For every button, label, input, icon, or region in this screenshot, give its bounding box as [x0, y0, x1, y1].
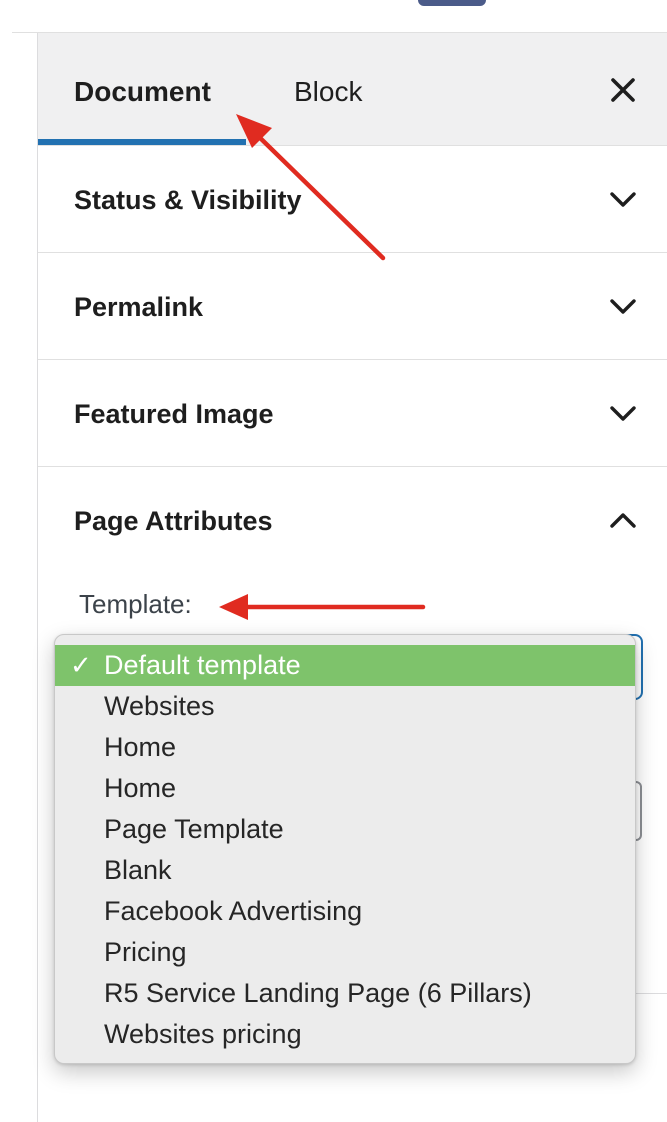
option-label: R5 Service Landing Page (6 Pillars) — [104, 978, 532, 1008]
option-label: Page Template — [104, 814, 284, 844]
panel-title: Page Attributes — [74, 506, 273, 536]
option-label: Home — [104, 773, 177, 803]
option-label: Websites — [104, 691, 215, 721]
template-option[interactable]: Websites pricing — [55, 1014, 635, 1055]
chevron-down-icon — [610, 406, 636, 421]
template-option[interactable]: R5 Service Landing Page (6 Pillars) — [55, 973, 635, 1014]
chevron-down-icon — [610, 192, 636, 207]
option-label: Home — [104, 732, 177, 762]
template-option[interactable]: Websites — [55, 686, 635, 727]
template-option[interactable]: Page Template — [55, 809, 635, 850]
panel-title: Permalink — [74, 292, 204, 322]
option-label: Websites pricing — [104, 1019, 302, 1049]
checkmark-icon: ✓ — [70, 650, 92, 680]
template-option[interactable]: Home — [55, 727, 635, 768]
option-label: Blank — [104, 855, 172, 885]
active-tab-indicator — [38, 139, 246, 145]
template-dropdown-list: ✓ Default template Websites Home Home Pa… — [54, 634, 636, 1064]
tab-document[interactable]: Document — [74, 33, 211, 145]
panel-permalink[interactable]: Permalink — [38, 253, 667, 360]
toolbar-button-edge — [418, 0, 486, 6]
panel-title: Featured Image — [74, 399, 274, 429]
chevron-down-icon — [610, 299, 636, 314]
option-label: Pricing — [104, 937, 187, 967]
template-option[interactable]: Home — [55, 768, 635, 809]
chevron-up-icon — [610, 513, 636, 528]
template-option[interactable]: Facebook Advertising — [55, 891, 635, 932]
panel-page-attributes[interactable]: Page Attributes — [38, 467, 667, 573]
panel-title: Status & Visibility — [74, 185, 302, 215]
sidebar-tabs: Document Block — [38, 33, 667, 146]
panel-status-visibility[interactable]: Status & Visibility — [38, 146, 667, 253]
editor-top-bar — [0, 0, 667, 32]
close-button[interactable] — [606, 73, 640, 107]
option-label: Default template — [104, 650, 301, 680]
template-option[interactable]: Pricing — [55, 932, 635, 973]
option-label: Facebook Advertising — [104, 896, 363, 926]
panel-featured-image[interactable]: Featured Image — [38, 360, 667, 467]
template-label: Template: — [79, 589, 192, 619]
template-option[interactable]: Blank — [55, 850, 635, 891]
close-icon — [611, 78, 635, 102]
tab-block[interactable]: Block — [294, 33, 362, 145]
template-option-selected[interactable]: ✓ Default template — [55, 645, 635, 686]
